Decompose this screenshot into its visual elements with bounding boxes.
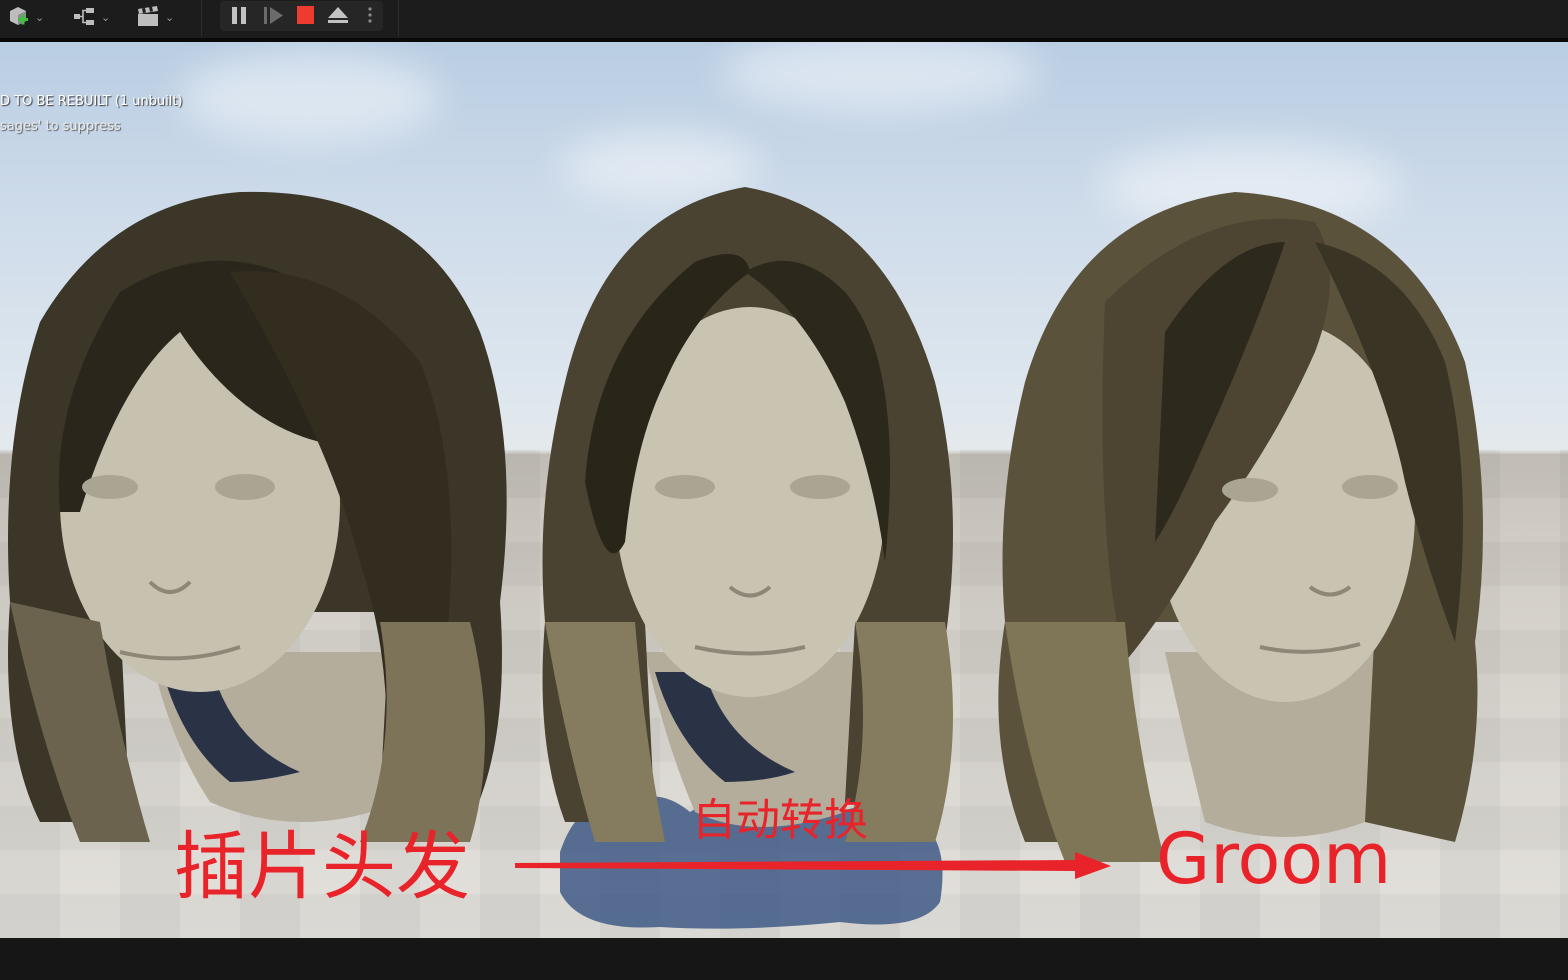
groom-hair-head xyxy=(998,192,1483,862)
add-actor-icon xyxy=(10,7,28,25)
eject-icon[interactable] xyxy=(328,7,348,23)
card-hair-label: 插片头发 xyxy=(174,824,470,910)
conversion-arrow xyxy=(515,852,1111,879)
card-hair-head xyxy=(8,191,507,842)
status-bar xyxy=(0,938,1568,980)
add-actor-button[interactable]: ⌄ xyxy=(6,4,44,30)
auto-convert-label: 自动转换 xyxy=(692,795,868,846)
blueprint-button[interactable]: ⌄ xyxy=(72,4,110,30)
cinematics-icon xyxy=(138,6,158,26)
lighting-warning: D TO BE REBUILT (1 unbuilt) xyxy=(0,94,183,109)
stop-icon[interactable] xyxy=(297,6,314,24)
cinematics-button[interactable]: ⌄ xyxy=(136,4,174,30)
converted-hair-head xyxy=(542,187,953,842)
blueprint-icon xyxy=(74,8,94,25)
groom-label: Groom xyxy=(1156,818,1392,900)
play-controls xyxy=(220,1,383,31)
sky-cloud xyxy=(720,42,1040,112)
toolbar-separator xyxy=(398,0,399,36)
chevron-down-icon: ⌄ xyxy=(165,10,175,24)
sky-cloud xyxy=(180,52,440,142)
level-viewport[interactable]: D TO BE REBUILT (1 unbuilt) sages' to su… xyxy=(0,42,1568,938)
play-controls-icons xyxy=(232,6,372,24)
suppress-hint: sages' to suppress xyxy=(0,119,121,134)
step-icon[interactable] xyxy=(264,7,283,24)
chevron-down-icon: ⌄ xyxy=(101,10,111,24)
pause-icon[interactable] xyxy=(232,7,246,24)
toolbar-separator xyxy=(201,0,202,36)
more-icon[interactable] xyxy=(368,7,372,23)
chevron-down-icon: ⌄ xyxy=(35,10,45,24)
editor-toolbar: ⌄ ⌄ ⌄ xyxy=(0,0,1568,38)
